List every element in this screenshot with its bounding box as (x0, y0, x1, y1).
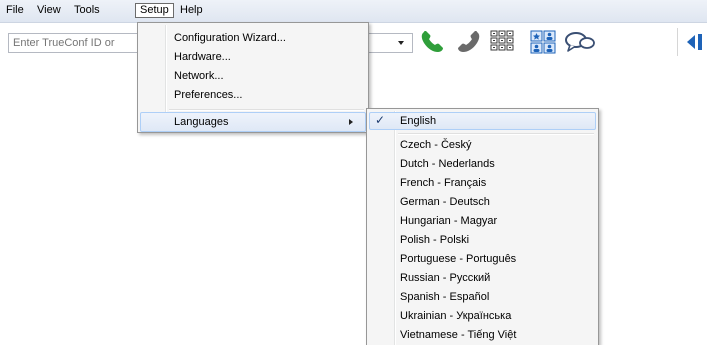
chat-icon[interactable] (563, 28, 597, 56)
trueconf-id-input[interactable] (8, 33, 138, 53)
chevron-down-icon[interactable] (398, 41, 404, 45)
menu-view[interactable]: View (33, 3, 65, 18)
language-vietnamese[interactable]: Vietnamese - Tiếng Việt (369, 326, 596, 344)
menu-item-languages-label: Languages (174, 116, 229, 128)
dialpad-icon[interactable] (489, 28, 515, 56)
language-polish[interactable]: Polish - Polski (369, 231, 596, 249)
language-label: English (400, 115, 437, 127)
menu-item-preferences[interactable]: Preferences... (140, 85, 366, 105)
menu-separator (169, 109, 364, 111)
menu-setup[interactable]: Setup (135, 3, 174, 18)
submenu-arrow-icon (349, 119, 353, 125)
menu-separator (398, 133, 594, 135)
language-french[interactable]: French - Français (369, 174, 596, 192)
language-spanish[interactable]: Spanish - Español (369, 288, 596, 306)
language-hungarian[interactable]: Hungarian - Magyar (369, 212, 596, 230)
menu-bar: File View Tools Setup Help (0, 0, 707, 23)
hangup-icon[interactable] (453, 28, 483, 56)
panel-toggle-button[interactable] (677, 28, 707, 56)
language-german[interactable]: German - Deutsch (369, 193, 596, 211)
call-icon[interactable] (418, 28, 448, 56)
language-english[interactable]: ✓ English (369, 112, 596, 130)
menu-tools[interactable]: Tools (70, 3, 104, 18)
languages-submenu: ✓ English Czech - Český Dutch - Nederlan… (366, 108, 599, 345)
contacts-grid-icon[interactable] (529, 28, 557, 56)
menu-file[interactable]: File (2, 3, 28, 18)
checkmark-icon: ✓ (375, 113, 386, 127)
menu-item-configuration-wizard[interactable]: Configuration Wizard... (140, 28, 366, 48)
id-combo-dropdown[interactable] (368, 33, 413, 53)
menu-item-network[interactable]: Network... (140, 66, 366, 86)
menu-item-hardware[interactable]: Hardware... (140, 47, 366, 67)
language-portuguese[interactable]: Portuguese - Português (369, 250, 596, 268)
menu-help[interactable]: Help (176, 3, 207, 18)
menu-item-languages[interactable]: Languages (140, 112, 366, 132)
chevron-left-icon (687, 34, 702, 50)
language-russian[interactable]: Russian - Русский (369, 269, 596, 287)
language-ukrainian[interactable]: Ukrainian - Українська (369, 307, 596, 325)
language-dutch[interactable]: Dutch - Nederlands (369, 155, 596, 173)
setup-menu: Configuration Wizard... Hardware... Netw… (137, 22, 369, 133)
language-czech[interactable]: Czech - Český (369, 136, 596, 154)
